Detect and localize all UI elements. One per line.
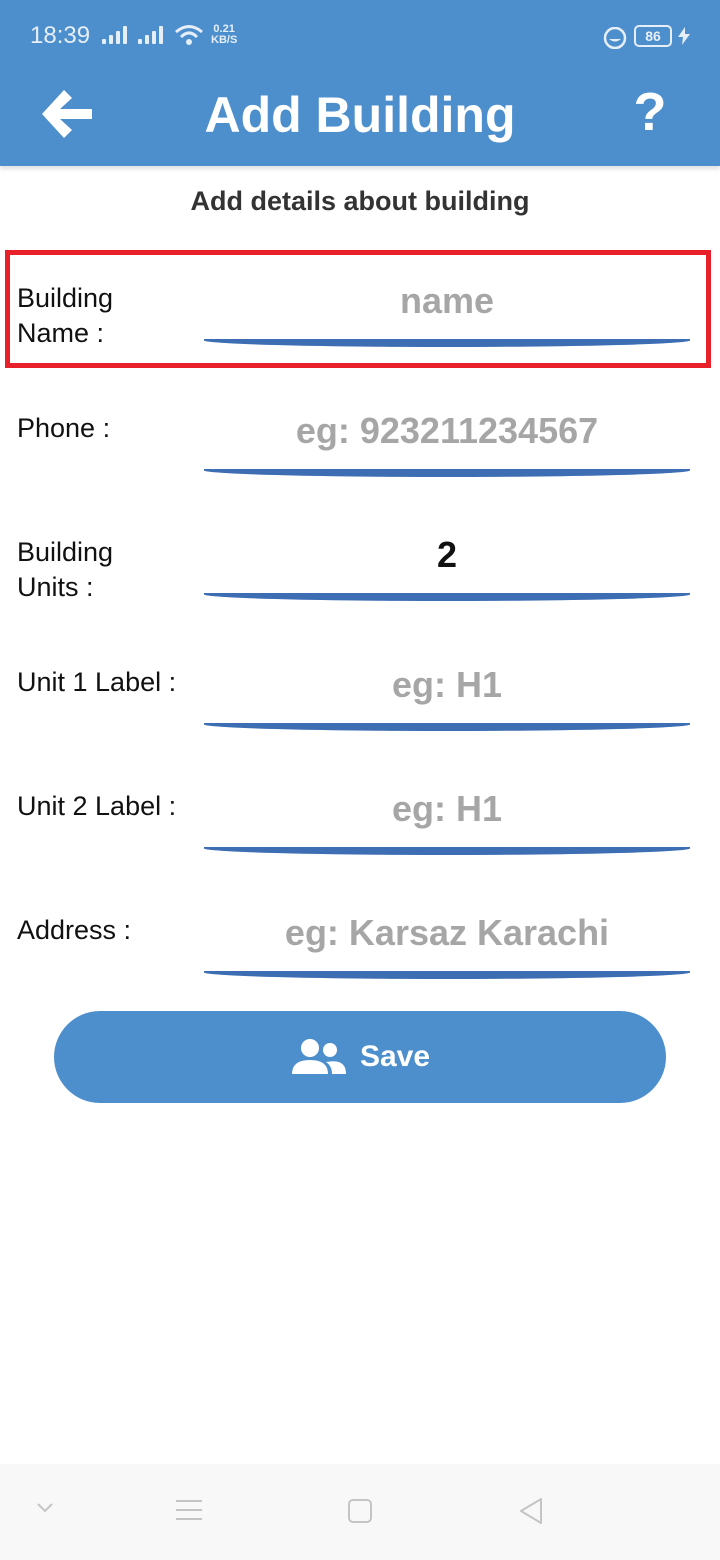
system-nav-bar <box>0 1464 720 1560</box>
building-units-label: Building Units : <box>17 535 113 605</box>
app-bar: Add Building ? <box>0 72 720 166</box>
building-units-input[interactable]: 2 <box>204 534 690 576</box>
wifi-icon <box>175 25 203 45</box>
building-name-label-line1: Building <box>17 283 114 313</box>
phone-underline <box>204 469 690 477</box>
page-title: Add Building <box>204 87 516 143</box>
address-underline <box>204 971 690 979</box>
chevron-down-icon[interactable] <box>36 1502 54 1514</box>
eye-comfort-icon <box>603 27 627 49</box>
help-button[interactable]: ? <box>628 82 672 142</box>
signal-icon-2 <box>138 26 163 44</box>
address-label: Address : <box>17 915 132 945</box>
home-square-icon[interactable] <box>347 1498 373 1524</box>
building-units-label-line2: Units : <box>17 572 94 602</box>
charging-icon <box>678 27 690 45</box>
unit-1-input[interactable]: eg: H1 <box>204 664 690 706</box>
unit-2-label: Unit 2 Label : <box>17 791 177 821</box>
net-speed: 0.21 KB/S <box>211 24 237 46</box>
unit-1-underline <box>204 723 690 731</box>
address-input[interactable]: eg: Karsaz Karachi <box>204 912 690 954</box>
back-triangle-icon[interactable] <box>518 1497 544 1525</box>
building-units-underline <box>204 593 690 601</box>
building-name-label: Building Name : <box>17 281 113 351</box>
battery-icon: 86 <box>634 25 672 47</box>
phone-input[interactable]: eg: 923211234567 <box>204 410 690 452</box>
building-units-label-line1: Building <box>17 537 114 567</box>
building-name-label-line2: Name : <box>17 318 105 348</box>
form-subtitle: Add details about building <box>190 186 530 216</box>
net-speed-unit: KB/S <box>211 34 238 46</box>
building-name-input[interactable]: name <box>204 280 690 322</box>
save-button-label: Save <box>359 1040 431 1073</box>
phone-label: Phone : <box>17 413 111 443</box>
users-icon <box>291 1039 346 1074</box>
unit-2-underline <box>204 847 690 855</box>
unit-1-label: Unit 1 Label : <box>17 667 177 697</box>
menu-icon[interactable] <box>175 1498 203 1522</box>
unit-2-input[interactable]: eg: H1 <box>204 788 690 830</box>
save-button[interactable]: Save <box>54 1011 666 1103</box>
status-bar: 18:39 0.21 KB/S 86 <box>0 0 720 72</box>
status-time: 18:39 <box>30 22 91 49</box>
signal-icon <box>102 26 127 44</box>
